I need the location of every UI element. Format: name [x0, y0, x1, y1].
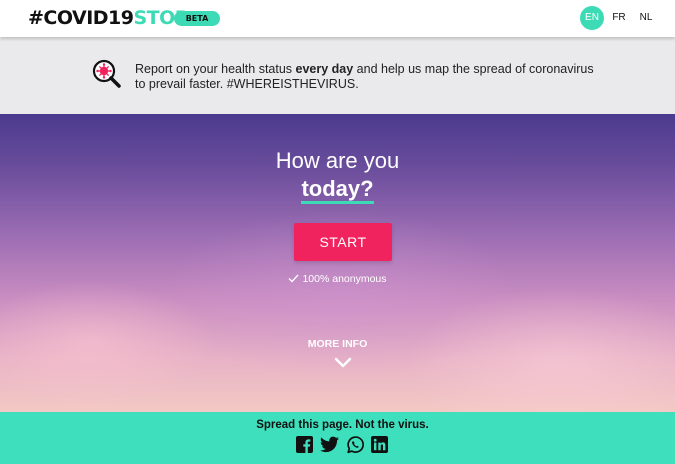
site-logo[interactable]: #COVID19STOP: [28, 7, 189, 29]
logo-part-covid19: #COVID19: [28, 7, 134, 29]
more-info-link[interactable]: MORE INFO: [0, 337, 675, 351]
chevron-down-icon[interactable]: [334, 357, 352, 369]
top-header: #COVID19STOP BETA EN FR NL: [0, 0, 675, 37]
beta-badge: BETA: [174, 11, 220, 26]
whatsapp-icon[interactable]: [346, 436, 364, 454]
language-fr-button[interactable]: FR: [609, 7, 629, 29]
info-message: Report on your health status every day a…: [135, 62, 595, 92]
info-text-start: Report on your health status: [135, 62, 296, 76]
virus-magnifier-icon: [92, 59, 121, 88]
facebook-icon[interactable]: [296, 436, 313, 453]
anonymous-note: 100% anonymous: [0, 272, 675, 286]
checkmark-icon: [288, 274, 299, 283]
anonymous-label: 100% anonymous: [302, 273, 387, 285]
share-message: Spread this page. Not the virus.: [256, 419, 429, 431]
linkedin-icon[interactable]: [371, 436, 388, 453]
info-text-bold: every day: [295, 62, 354, 76]
share-footer: Spread this page. Not the virus.: [0, 412, 675, 464]
language-nl-button[interactable]: NL: [636, 7, 656, 29]
hero-section: How are you today? START 100% anonymous …: [0, 114, 675, 412]
twitter-icon[interactable]: [320, 436, 339, 453]
hero-subtitle: today?: [0, 176, 675, 204]
hero-subtitle-text: today?: [301, 176, 374, 204]
start-button[interactable]: START: [294, 223, 392, 261]
language-en-button[interactable]: EN: [580, 6, 604, 30]
info-banner: Report on your health status every day a…: [0, 37, 675, 114]
hero-title: How are you: [275, 148, 400, 173]
